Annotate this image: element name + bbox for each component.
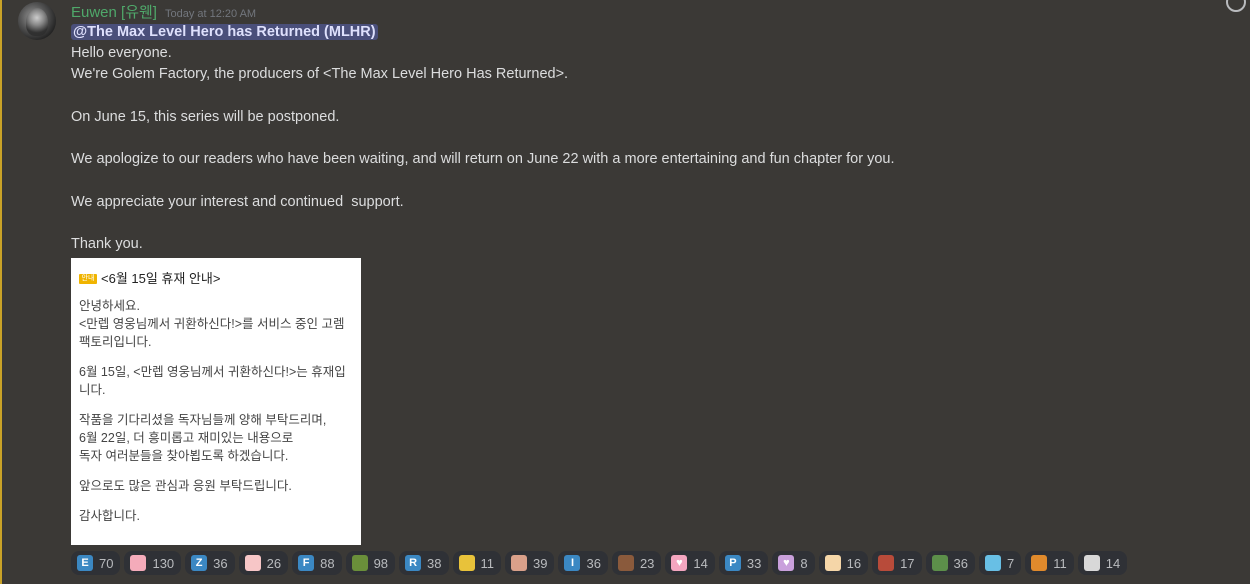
reaction-button[interactable]: 36 [925, 551, 975, 575]
yellow-emote-icon [458, 555, 475, 571]
reaction-count: 17 [900, 555, 915, 571]
box-emote-icon [1031, 555, 1048, 571]
reaction-count: 26 [266, 555, 282, 571]
role-mention[interactable]: @The Max Level Hero has Returned (MLHR) [71, 24, 378, 40]
reaction-count: 70 [99, 555, 114, 571]
reaction-count: 16 [846, 555, 862, 571]
reaction-button[interactable]: 11 [1025, 551, 1074, 575]
reaction-button[interactable]: R 38 [399, 551, 449, 575]
reaction-count: 39 [533, 555, 548, 571]
fiji-flag-icon [985, 555, 1001, 571]
reaction-count: 36 [953, 555, 968, 571]
letter-i-icon: I [564, 555, 581, 571]
person-emote-icon [1083, 555, 1100, 571]
reaction-button[interactable]: ♥ 8 [772, 551, 815, 575]
reaction-button[interactable]: P 33 [718, 551, 769, 575]
message-line [71, 170, 1171, 191]
reaction-count: 36 [586, 555, 601, 571]
reaction-button[interactable]: 130 [124, 551, 182, 575]
message-line [71, 213, 1171, 234]
reaction-button[interactable]: ♥ 14 [665, 551, 715, 575]
reaction-button[interactable]: 39 [505, 551, 555, 575]
reaction-button[interactable]: I 36 [558, 551, 608, 575]
reaction-bar: E 70 130 Z 36 26 F 88 98 R 38 11 39 I 36 23 ♥ 14 P 33 ♥ 8 16 17… [71, 551, 1128, 575]
reaction-count: 130 [152, 555, 175, 571]
reaction-button[interactable]: 26 [238, 551, 289, 575]
username[interactable]: Euwen [유웬] [71, 1, 157, 22]
reaction-button[interactable]: 17 [872, 551, 922, 575]
red-emote-icon [878, 555, 895, 571]
notice-badge: 안내 [79, 274, 97, 284]
character-face-icon [244, 555, 261, 571]
reaction-count: 11 [1053, 555, 1067, 571]
timestamp: Today at 12:20 AM [164, 8, 257, 20]
message-line [71, 128, 1171, 149]
reaction-count: 33 [746, 555, 762, 571]
reaction-button[interactable]: F 88 [292, 551, 342, 575]
message-line: We're Golem Factory, the producers of <T… [71, 66, 569, 83]
reaction-button[interactable]: E 70 [71, 551, 121, 575]
reaction-button[interactable]: 7 [979, 551, 1022, 575]
pink-heart-icon: ♥ [671, 555, 688, 571]
heart-emote-icon: ♥ [778, 555, 795, 571]
reaction-count: 8 [800, 555, 808, 571]
message-line: We appreciate your interest and continue… [71, 193, 404, 210]
letter-p-icon: P [724, 555, 741, 571]
notice-paragraph: 안녕하세요. <만렙 영웅님께서 귀환하신다!>를 서비스 중인 고렘 팩토리입… [79, 299, 345, 349]
reaction-button[interactable]: 98 [345, 551, 396, 575]
image-attachment[interactable]: 안내 <6월 15일 휴재 안내> 안녕하세요. <만렙 영웅님께서 귀환하신다… [71, 258, 361, 545]
letter-z-icon: Z [191, 555, 208, 571]
notice-paragraph: 6월 15일, <만렙 영웅님께서 귀환하신다!>는 휴재입 니다. [79, 365, 346, 397]
message-line: Hello everyone. [71, 45, 172, 62]
notice-paragraph: 감사합니다. [79, 509, 140, 523]
notice-title-text: <6월 15일 휴재 안내> [101, 271, 221, 286]
message-line: Thank you. [71, 235, 143, 252]
letter-r-icon: R [405, 555, 422, 571]
reaction-count: 38 [427, 555, 442, 571]
pig-face-icon [130, 555, 147, 571]
waving-hand-icon [824, 555, 841, 571]
reaction-count: 88 [320, 555, 335, 571]
chat-message-area: Euwen [유웬] Today at 12:20 AM @The Max Le… [0, 0, 1250, 584]
pixel-emote-icon [617, 555, 634, 571]
reaction-count: 14 [1105, 555, 1121, 571]
reaction-count: 36 [213, 555, 228, 571]
reaction-button[interactable]: Z 36 [185, 551, 235, 575]
message-header: Euwen [유웬] Today at 12:20 AM [71, 1, 256, 21]
settings-icon[interactable] [1226, 0, 1246, 12]
reaction-count: 14 [693, 555, 708, 571]
notice-title: 안내 <6월 15일 휴재 안내> [79, 270, 220, 288]
frog-emote-icon [931, 555, 948, 571]
notice-paragraph: 작품을 기다리셨을 독자님들께 양해 부탁드리며, 6월 22일, 더 흥미롭고… [79, 413, 327, 463]
message-content: @The Max Level Hero has Returned (MLHR) … [71, 22, 1171, 255]
letter-f-icon: F [298, 555, 315, 571]
reaction-count: 7 [1007, 555, 1015, 571]
notice-body: 안녕하세요. <만렙 영웅님께서 귀환하신다!>를 서비스 중인 고렘 팩토리입… [79, 297, 354, 537]
reaction-count: 23 [639, 555, 655, 571]
user-avatar[interactable] [18, 2, 56, 40]
green-emote-icon [351, 555, 368, 571]
reaction-count: 11 [480, 555, 495, 571]
notice-paragraph: 앞으로도 많은 관심과 응원 부탁드립니다. [79, 479, 292, 493]
message-line: On June 15, this series will be postpone… [71, 108, 340, 125]
reaction-button[interactable]: 23 [611, 551, 662, 575]
reaction-count: 98 [373, 555, 389, 571]
hand-emote-icon [511, 555, 528, 571]
reaction-button[interactable]: 11 [452, 551, 502, 575]
message-line: We apologize to our readers who have bee… [71, 151, 895, 168]
message-line [71, 86, 1171, 107]
reaction-button[interactable]: 14 [1077, 551, 1128, 575]
letter-e-icon: E [77, 555, 93, 571]
reaction-button[interactable]: 16 [818, 551, 869, 575]
